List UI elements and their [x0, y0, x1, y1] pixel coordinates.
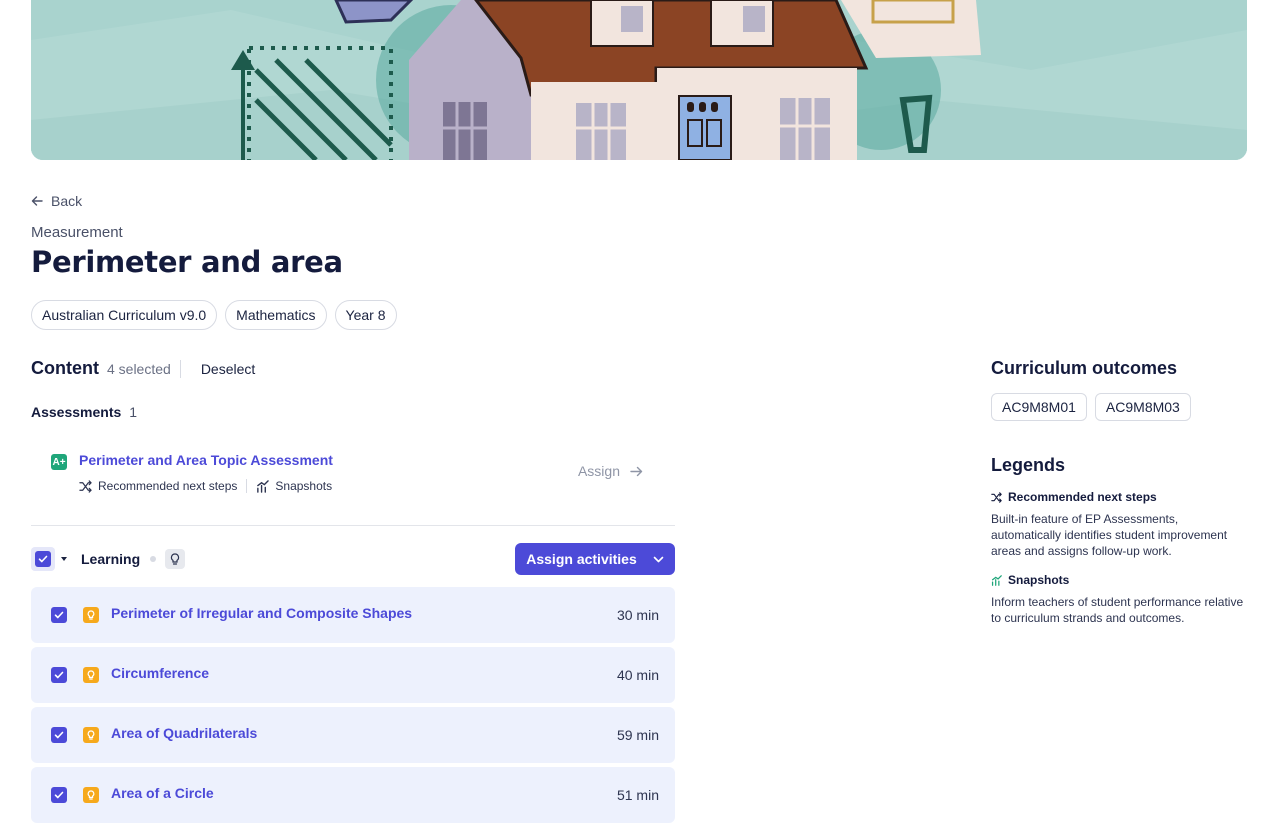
- meta-recommended-next-steps: Recommended next steps: [79, 479, 237, 493]
- assessment-meta: Recommended next steps Snapshots: [79, 479, 332, 493]
- assign-activities-label: Assign activities: [526, 551, 637, 567]
- learning-label: Learning: [81, 551, 141, 567]
- shuffle-icon: [79, 479, 92, 493]
- assessment-title-link[interactable]: Perimeter and Area Topic Assessment: [79, 452, 333, 468]
- selected-count: 4 selected: [107, 359, 181, 378]
- meta-divider: [246, 479, 248, 493]
- assessment-icon: A+: [51, 454, 67, 470]
- topic-tags: Australian Curriculum v9.0 Mathematics Y…: [31, 300, 397, 330]
- activity-duration: 51 min: [616, 787, 659, 803]
- deselect-button[interactable]: Deselect: [201, 361, 255, 377]
- back-label: Back: [51, 193, 83, 209]
- assessment-row: A+ Perimeter and Area Topic Assessment R…: [31, 440, 675, 526]
- learning-header: Learning Assign activities: [31, 543, 675, 575]
- checkbox-checked: [35, 551, 51, 567]
- assign-label: Assign: [577, 463, 620, 479]
- check-icon: [54, 671, 64, 679]
- arrow-right-icon: [630, 466, 643, 476]
- shuffle-icon: [991, 491, 1002, 503]
- topic-subject: Measurement: [31, 224, 123, 241]
- back-link[interactable]: Back: [31, 193, 82, 209]
- activity-duration: 40 min: [616, 667, 659, 683]
- select-dropdown-caret-icon[interactable]: [61, 557, 67, 561]
- legend-title-text: Snapshots: [1008, 573, 1070, 587]
- check-icon: [54, 791, 64, 799]
- sidebar: Curriculum outcomes AC9M8M01 AC9M8M03 Le…: [991, 358, 1251, 626]
- meta-label: Recommended next steps: [98, 479, 238, 493]
- curriculum-outcomes-heading: Curriculum outcomes: [991, 358, 1178, 378]
- list-item: Perimeter of Irregular and Composite Sha…: [31, 587, 675, 643]
- select-all-checkbox[interactable]: [31, 547, 55, 571]
- activity-duration: 30 min: [616, 607, 659, 623]
- activity-title-link[interactable]: Area of Quadrilaterals: [111, 725, 257, 741]
- lightbulb-icon: [83, 667, 99, 683]
- lightbulb-icon: [83, 607, 99, 623]
- separator-dot: [150, 556, 157, 562]
- page-title: Perimeter and area: [31, 245, 343, 279]
- snapshot-chart-icon: [991, 574, 1002, 586]
- legend-description: Built-in feature of EP Assessments, auto…: [991, 512, 1228, 558]
- check-icon: [54, 611, 64, 619]
- activity-checkbox[interactable]: [51, 607, 67, 623]
- meta-label: Snapshots: [275, 479, 333, 493]
- lightbulb-icon: [83, 787, 99, 803]
- list-item: Area of a Circle 51 min: [31, 767, 675, 823]
- activity-duration: 59 min: [616, 727, 659, 743]
- outcome-badge: AC9M8M01: [991, 393, 1087, 421]
- activity-checkbox[interactable]: [51, 727, 67, 743]
- activity-checkbox[interactable]: [51, 667, 67, 683]
- legend-title-text: Recommended next steps: [1008, 490, 1157, 504]
- outcome-list: AC9M8M01 AC9M8M03: [991, 393, 1251, 421]
- legends-section: Legends Recommended next steps Built-in …: [991, 455, 1251, 626]
- check-icon: [38, 555, 48, 563]
- list-item: Area of Quadrilaterals 59 min: [31, 707, 675, 763]
- legend-title: Recommended next steps: [991, 490, 1251, 504]
- assessments-heading: Assessments 1: [31, 404, 137, 420]
- assessments-count: 1: [129, 404, 138, 420]
- snapshot-chart-icon: [257, 479, 270, 493]
- assessments-label: Assessments: [31, 404, 122, 420]
- legend-title: Snapshots: [991, 573, 1251, 587]
- hero-banner: [31, 0, 1247, 160]
- tag-curriculum: Australian Curriculum v9.0: [31, 300, 218, 330]
- list-item: Circumference 40 min: [31, 647, 675, 703]
- activity-title-link[interactable]: Perimeter of Irregular and Composite Sha…: [111, 605, 412, 621]
- activity-list: Perimeter of Irregular and Composite Sha…: [31, 587, 675, 827]
- chevron-down-icon: [653, 556, 664, 562]
- content-header: Content 4 selected Deselect: [31, 358, 255, 379]
- legend-description: Inform teachers of student performance r…: [991, 595, 1244, 625]
- tag-year: Year 8: [334, 300, 397, 330]
- arrow-left-icon: [31, 196, 43, 206]
- activity-title-link[interactable]: Circumference: [111, 665, 209, 681]
- tag-subject: Mathematics: [225, 300, 327, 330]
- activity-title-link[interactable]: Area of a Circle: [111, 785, 214, 801]
- lightbulb-icon: [165, 549, 186, 569]
- house-illustration: [31, 0, 1247, 160]
- check-icon: [54, 731, 64, 739]
- legends-heading: Legends: [991, 455, 1066, 475]
- legend-item: Recommended next steps Built-in feature …: [991, 490, 1251, 559]
- meta-snapshots: Snapshots: [256, 479, 332, 493]
- activity-checkbox[interactable]: [51, 787, 67, 803]
- assign-assessment-button[interactable]: Assign: [578, 463, 643, 479]
- outcome-badge: AC9M8M03: [1094, 393, 1191, 421]
- legend-item: Snapshots Inform teachers of student per…: [991, 573, 1251, 626]
- assign-activities-button[interactable]: Assign activities: [515, 543, 675, 575]
- content-title: Content: [31, 358, 99, 378]
- lightbulb-icon: [83, 727, 99, 743]
